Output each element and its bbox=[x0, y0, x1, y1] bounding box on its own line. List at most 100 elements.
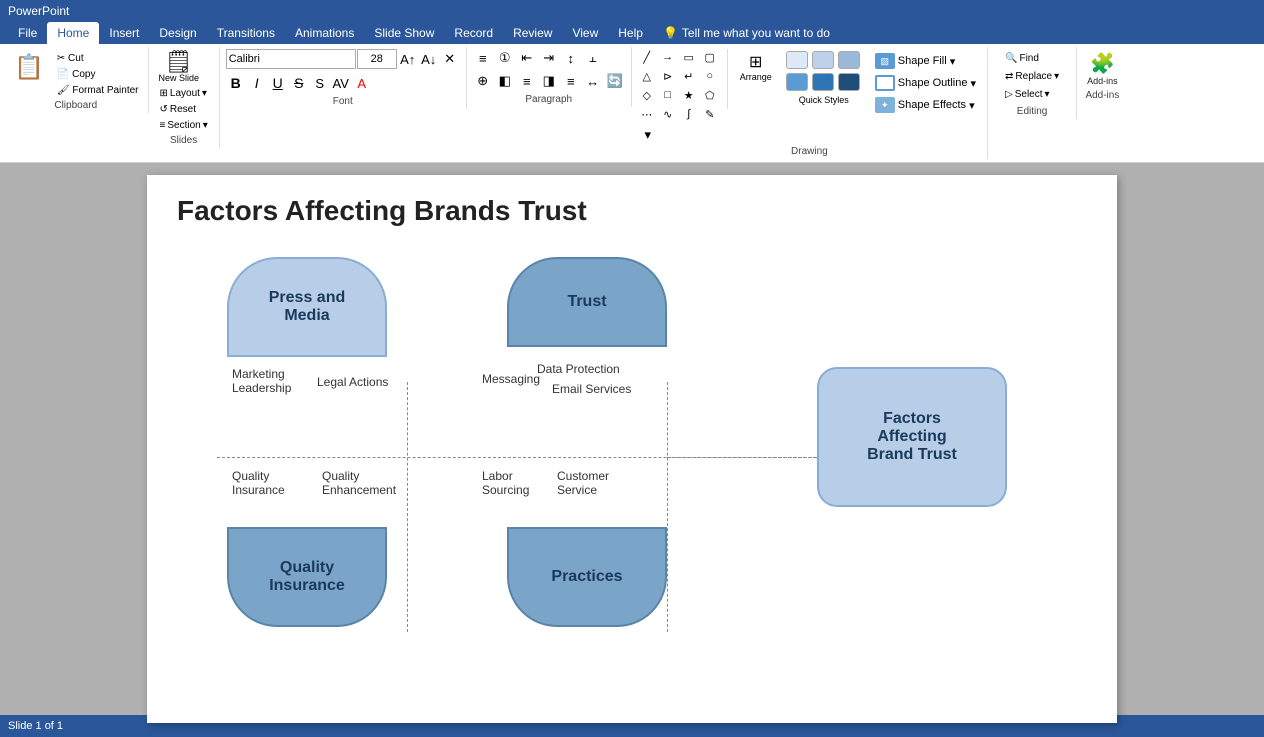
numbering-button[interactable]: ① bbox=[495, 49, 515, 67]
paragraph-label: Paragraph bbox=[525, 92, 572, 105]
tab-design[interactable]: Design bbox=[149, 22, 206, 44]
replace-icon: ⇄ bbox=[1005, 71, 1013, 82]
text-direction-button[interactable]: ↔ bbox=[583, 72, 603, 90]
bold-button[interactable]: B bbox=[226, 74, 246, 92]
char-spacing-button[interactable]: AV bbox=[331, 74, 351, 92]
shape-freeform[interactable]: ∫ bbox=[680, 106, 698, 122]
paragraph-group: ≡ ① ⇤ ⇥ ↕ ⫠ ⊕ ◧ ≡ ◨ ≡ ↔ 🔄 Paragraph bbox=[467, 47, 632, 107]
font-color-button[interactable]: A bbox=[352, 74, 372, 92]
line-spacing-button[interactable]: ↕ bbox=[561, 49, 581, 67]
columns-button[interactable]: ⫠ bbox=[583, 49, 603, 67]
quality-enhancement-label: Quality Enhancement bbox=[322, 469, 396, 497]
font-name-input[interactable] bbox=[226, 49, 356, 69]
align-right-button[interactable]: ◨ bbox=[539, 72, 559, 90]
ribbon: 📋 ✂ Cut 📄 Copy 🖌 Format Painter Clipboar… bbox=[0, 44, 1264, 163]
outline-icon bbox=[875, 75, 895, 91]
slide[interactable]: Factors Affecting Brands Trust Press and… bbox=[147, 175, 1117, 723]
shape-star[interactable]: ★ bbox=[680, 87, 698, 103]
shapes-grid: ╱ → ▭ ▢ △ ⊳ ↵ ○ ◇ □ ★ ⬠ ⋯ ∿ ∫ ✎ bbox=[638, 49, 721, 124]
shape-oval[interactable]: ○ bbox=[701, 68, 719, 84]
tab-record[interactable]: Record bbox=[444, 22, 503, 44]
shape-curve[interactable]: ∿ bbox=[659, 106, 677, 122]
addins-button[interactable]: 🧩 Add-ins bbox=[1083, 49, 1122, 88]
effects-icon: ✦ bbox=[875, 97, 895, 113]
arrange-button[interactable]: ⊞ Arrange bbox=[734, 49, 778, 85]
shape-flowchart[interactable]: ⬠ bbox=[701, 87, 719, 103]
press-media-shape[interactable]: Press and Media bbox=[227, 257, 387, 357]
tab-insert[interactable]: Insert bbox=[99, 22, 149, 44]
clipboard-label: Clipboard bbox=[54, 98, 97, 111]
tab-transitions[interactable]: Transitions bbox=[207, 22, 285, 44]
shape-effects-button[interactable]: ✦ Shape Effects ▾ bbox=[870, 95, 981, 115]
layout-button[interactable]: ⊞ Layout ▾ bbox=[155, 86, 212, 101]
shape-line[interactable]: ╱ bbox=[638, 49, 656, 65]
reset-button[interactable]: ↺ Reset bbox=[155, 102, 202, 117]
format-painter-button[interactable]: 🖌 Format Painter bbox=[52, 83, 144, 98]
paste-button[interactable]: 📋 bbox=[8, 49, 50, 86]
increase-indent-button[interactable]: ⇥ bbox=[539, 49, 559, 67]
find-button[interactable]: 🔍 Find bbox=[1000, 51, 1064, 66]
decrease-font-button[interactable]: A↓ bbox=[419, 50, 439, 68]
shape-chevron[interactable]: ⊳ bbox=[659, 68, 677, 84]
slide-info: Slide 1 of 1 bbox=[8, 720, 63, 732]
factors-shape[interactable]: Factors Affecting Brand Trust bbox=[817, 367, 1007, 507]
drawing-group: ╱ → ▭ ▢ △ ⊳ ↵ ○ ◇ □ ★ ⬠ ⋯ ∿ ∫ ✎ bbox=[632, 47, 988, 159]
practices-shape[interactable]: Practices bbox=[507, 527, 667, 627]
shape-scribble[interactable]: ✎ bbox=[701, 106, 719, 122]
ribbon-tabs: File Home Insert Design Transitions Anim… bbox=[0, 22, 1264, 44]
tab-slideshow[interactable]: Slide Show bbox=[364, 22, 444, 44]
section-button[interactable]: ≡ Section ▾ bbox=[155, 118, 213, 133]
shape-callout[interactable]: □ bbox=[659, 87, 677, 103]
clipboard-group: 📋 ✂ Cut 📄 Copy 🖌 Format Painter Clipboar… bbox=[4, 47, 149, 113]
shape-fill-button[interactable]: ▧ Shape Fill ▾ bbox=[870, 51, 981, 71]
convert-smartart-button[interactable]: 🔄 bbox=[605, 72, 625, 90]
shapes-dropdown-button[interactable]: ▾ bbox=[638, 126, 658, 144]
tab-animations[interactable]: Animations bbox=[285, 22, 364, 44]
tab-help[interactable]: Help bbox=[608, 22, 653, 44]
strikethrough-button[interactable]: S bbox=[289, 74, 309, 92]
align-center-button[interactable]: ≡ bbox=[517, 72, 537, 90]
tab-home[interactable]: Home bbox=[47, 22, 99, 44]
addins-group: 🧩 Add-ins Add-ins bbox=[1077, 47, 1128, 103]
shape-outline-button[interactable]: Shape Outline ▾ bbox=[870, 73, 981, 93]
justify-button[interactable]: ≡ bbox=[561, 72, 581, 90]
align-left-button[interactable]: ◧ bbox=[495, 72, 515, 90]
increase-font-button[interactable]: A↑ bbox=[398, 50, 418, 68]
editing-group: 🔍 Find ⇄ Replace ▾ ▷ Select ▾ Editing bbox=[988, 47, 1077, 119]
tab-view[interactable]: View bbox=[562, 22, 608, 44]
copy-button[interactable]: 📄 Copy bbox=[52, 67, 144, 82]
slides-group: 🗒 New Slide ⊞ Layout ▾ ↺ Reset ≡ Section… bbox=[149, 47, 220, 148]
shape-more[interactable]: ⋯ bbox=[638, 106, 656, 122]
cut-button[interactable]: ✂ Cut bbox=[52, 51, 144, 66]
quick-styles-button[interactable]: Quick Styles bbox=[782, 49, 866, 107]
tab-review[interactable]: Review bbox=[503, 22, 562, 44]
bullets-button[interactable]: ≡ bbox=[473, 49, 493, 67]
tab-file[interactable]: File bbox=[8, 22, 47, 44]
select-icon: ▷ bbox=[1005, 89, 1013, 100]
decrease-indent-button[interactable]: ⇤ bbox=[517, 49, 537, 67]
select-button[interactable]: ▷ Select ▾ bbox=[1000, 87, 1064, 102]
trust-shape[interactable]: Trust bbox=[507, 257, 667, 347]
slide-title: Factors Affecting Brands Trust bbox=[177, 195, 1087, 227]
new-slide-button[interactable]: 🗒 New Slide bbox=[155, 49, 204, 85]
clear-format-button[interactable]: ✕ bbox=[440, 50, 460, 68]
font-size-input[interactable] bbox=[357, 49, 397, 69]
quality-insurance-shape[interactable]: Quality Insurance bbox=[227, 527, 387, 627]
shape-triangle[interactable]: △ bbox=[638, 68, 656, 84]
app-title: PowerPoint bbox=[8, 4, 69, 18]
add-smartart-button[interactable]: ⊕ bbox=[473, 72, 493, 90]
dashed-v-line-right bbox=[667, 382, 668, 632]
shape-rounded-rect[interactable]: ▢ bbox=[701, 49, 719, 65]
title-bar: PowerPoint bbox=[0, 0, 1264, 22]
tab-tell-me[interactable]: 💡 Tell me what you want to do bbox=[653, 22, 840, 44]
italic-button[interactable]: I bbox=[247, 74, 267, 92]
underline-button[interactable]: U bbox=[268, 74, 288, 92]
shape-arrow[interactable]: → bbox=[659, 49, 677, 65]
shape-diamond[interactable]: ◇ bbox=[638, 87, 656, 103]
data-protection-label: Data Protection bbox=[537, 362, 620, 376]
reset-icon: ↺ bbox=[160, 104, 168, 115]
shape-bent-arrow[interactable]: ↵ bbox=[680, 68, 698, 84]
shadow-button[interactable]: S bbox=[310, 74, 330, 92]
shape-rect[interactable]: ▭ bbox=[680, 49, 698, 65]
replace-button[interactable]: ⇄ Replace ▾ bbox=[1000, 69, 1064, 84]
